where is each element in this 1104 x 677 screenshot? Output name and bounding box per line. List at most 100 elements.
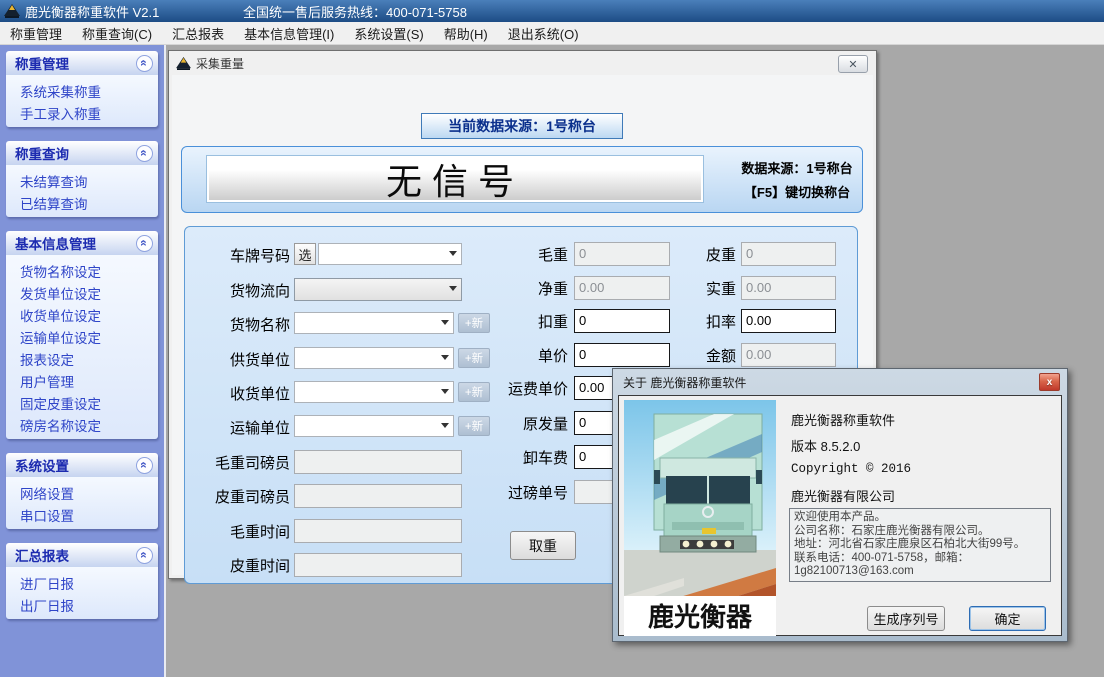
take-weight-button[interactable]: 取重 [510,531,576,560]
sidebar-item[interactable]: 未结算查询 [6,168,158,190]
sidebar-item[interactable]: 出厂日报 [6,592,158,614]
ok-button[interactable]: 确定 [969,606,1046,631]
source-info-line1: 数据来源：1号称台 [734,158,860,177]
about-info-line: 欢迎使用本产品。 [794,511,1046,525]
form-label-毛重司磅员: 毛重司磅员 [185,452,290,473]
close-icon[interactable]: ✕ [838,55,868,73]
sidebar-section-title: 基本信息管理 [15,233,96,253]
sidebar-section-2: 基本信息管理 « 货物名称设定发货单位设定收货单位设定运输单位设定报表设定用户管理固… [6,231,158,439]
form-label-过磅单号: 过磅单号 [425,482,568,503]
about-info-line: 联系电话：400-071-5758，邮箱： [794,552,1046,566]
sidebar-item[interactable]: 系统采集称重 [6,78,158,100]
sidebar-item[interactable]: 进厂日报 [6,570,158,592]
sidebar-section-title: 称重查询 [15,143,69,163]
about-info-line: 1g82100713@163.com [794,565,1046,579]
sidebar-item[interactable]: 手工录入称重 [6,100,158,122]
sidebar-section-title: 系统设置 [15,455,69,475]
about-info-line: 公司名称：石家庄鹿光衡器有限公司。 [794,525,1046,539]
form-label-皮重: 皮重 [605,244,736,265]
about-version: 版本 8.5.2.0 [791,436,860,455]
about-dialog-body: 鹿光衡器 鹿光衡器称重软件 版本 8.5.2.0 Copyright © 201… [618,395,1062,636]
hotline-text: 全国统一售后服务热线：400-071-5758 [243,2,467,21]
collect-window-titlebar[interactable]: 采集重量 ✕ [169,51,876,75]
form-label-原发量: 原发量 [425,413,568,434]
sidebar-section-header: 系统设置 « [6,453,158,477]
weight-display-panel: 无信号 数据来源：1号称台 【F5】键切换称台 [181,146,863,213]
sidebar-item[interactable]: 运输单位设定 [6,324,158,346]
menu-item-0[interactable]: 称重管理 [0,21,72,46]
data-source-banner: 当前数据来源：1号称台 [421,113,623,139]
sidebar-section-items: 进厂日报出厂日报 [6,567,158,619]
about-info-line: 地址：河北省石家庄鹿泉区石柏北大街99号。 [794,538,1046,552]
form-label-实重: 实重 [605,278,736,299]
扣率-field[interactable]: 0.00 [741,309,836,333]
menu-item-3[interactable]: 基本信息管理(I) [234,21,344,46]
collapse-chevron-icon[interactable]: « [136,547,153,564]
sidebar-section-items: 网络设置串口设置 [6,477,158,529]
collapse-chevron-icon[interactable]: « [136,145,153,162]
form-label-扣率: 扣率 [605,311,736,332]
sidebar-item[interactable]: 用户管理 [6,368,158,390]
form-label-单价: 单价 [425,345,568,366]
about-product-name: 鹿光衡器称重软件 [791,410,895,429]
sidebar-item[interactable]: 收货单位设定 [6,302,158,324]
sidebar-item[interactable]: 磅房名称设定 [6,412,158,434]
about-info-box: 欢迎使用本产品。公司名称：石家庄鹿光衡器有限公司。地址：河北省石家庄鹿泉区石柏北… [789,508,1051,582]
sidebar-item[interactable]: 货物名称设定 [6,258,158,280]
sidebar-item[interactable]: 发货单位设定 [6,280,158,302]
about-company: 鹿光衡器有限公司 [791,486,895,505]
sidebar-item[interactable]: 串口设置 [6,502,158,524]
sidebar-section-header: 称重查询 « [6,141,158,165]
app-title: 鹿光衡器称重软件 V2.1 [25,2,159,21]
about-dialog-title[interactable]: 关于 鹿光衡器称重软件 [623,374,746,391]
menu-item-5[interactable]: 帮助(H) [434,21,498,46]
form-label-供货单位: 供货单位 [185,349,290,370]
sidebar: 称重管理«系统采集称重手工录入称重称重查询«未结算查询已结算查询基本信息管理«货… [0,45,166,677]
毛重时间-field [294,519,462,543]
form-label-皮重时间: 皮重时间 [185,555,290,576]
sidebar-section-0: 称重管理«系统采集称重手工录入称重 [6,51,158,127]
form-label-货物流向: 货物流向 [185,280,290,301]
form-label-货物名称: 货物名称 [185,314,290,335]
sidebar-section-items: 系统采集称重手工录入称重 [6,75,158,127]
form-label-毛重时间: 毛重时间 [185,521,290,542]
form-label-毛重: 毛重 [425,244,568,265]
svg-text:鹿光衡器: 鹿光衡器 [648,602,753,632]
sidebar-item[interactable]: 网络设置 [6,480,158,502]
皮重时间-field [294,553,462,577]
form-label-车牌号码: 车牌号码 [185,245,290,266]
sidebar-item[interactable]: 固定皮重设定 [6,390,158,412]
form-label-金额: 金额 [605,345,736,366]
app-logo-icon [4,4,20,18]
sidebar-section-items: 货物名称设定发货单位设定收货单位设定运输单位设定报表设定用户管理固定皮重设定磅房… [6,255,158,439]
collect-window-title: 采集重量 [196,55,244,72]
form-label-扣重: 扣重 [425,311,568,332]
collapse-chevron-icon[interactable]: « [136,457,153,474]
form-label-收货单位: 收货单位 [185,383,290,404]
menu-item-2[interactable]: 汇总报表 [162,21,234,46]
app-root: 鹿光衡器称重软件 V2.1 全国统一售后服务热线：400-071-5758 称重… [0,0,1104,677]
close-icon[interactable]: x [1039,373,1060,391]
menu-item-4[interactable]: 系统设置(S) [344,21,433,46]
collect-window-icon [176,57,191,70]
source-info-line2: 【F5】键切换称台 [734,182,860,201]
实重-field: 0.00 [741,276,836,300]
main-titlebar[interactable]: 鹿光衡器称重软件 V2.1 全国统一售后服务热线：400-071-5758 [0,0,1104,22]
menu-item-1[interactable]: 称重查询(C) [72,21,162,46]
form-label-净重: 净重 [425,278,568,299]
weight-display: 无信号 [206,155,704,203]
collapse-chevron-icon[interactable]: « [136,235,153,252]
sidebar-item[interactable]: 已结算查询 [6,190,158,212]
sidebar-section-items: 未结算查询已结算查询 [6,165,158,217]
menu-bar: 称重管理称重查询(C)汇总报表基本信息管理(I)系统设置(S)帮助(H)退出系统… [0,22,1104,45]
金额-field: 0.00 [741,343,836,367]
about-dialog: 关于 鹿光衡器称重软件 x [612,368,1068,642]
select-plate-button[interactable]: 选 [294,243,316,265]
generate-serial-button[interactable]: 生成序列号 [867,606,945,631]
sidebar-section-3: 系统设置 « 网络设置串口设置 [6,453,158,529]
menu-item-6[interactable]: 退出系统(O) [498,21,589,46]
sidebar-section-header: 称重管理« [6,51,158,75]
collapse-chevron-icon[interactable]: « [136,55,153,72]
sidebar-item[interactable]: 报表设定 [6,346,158,368]
form-label-皮重司磅员: 皮重司磅员 [185,486,290,507]
